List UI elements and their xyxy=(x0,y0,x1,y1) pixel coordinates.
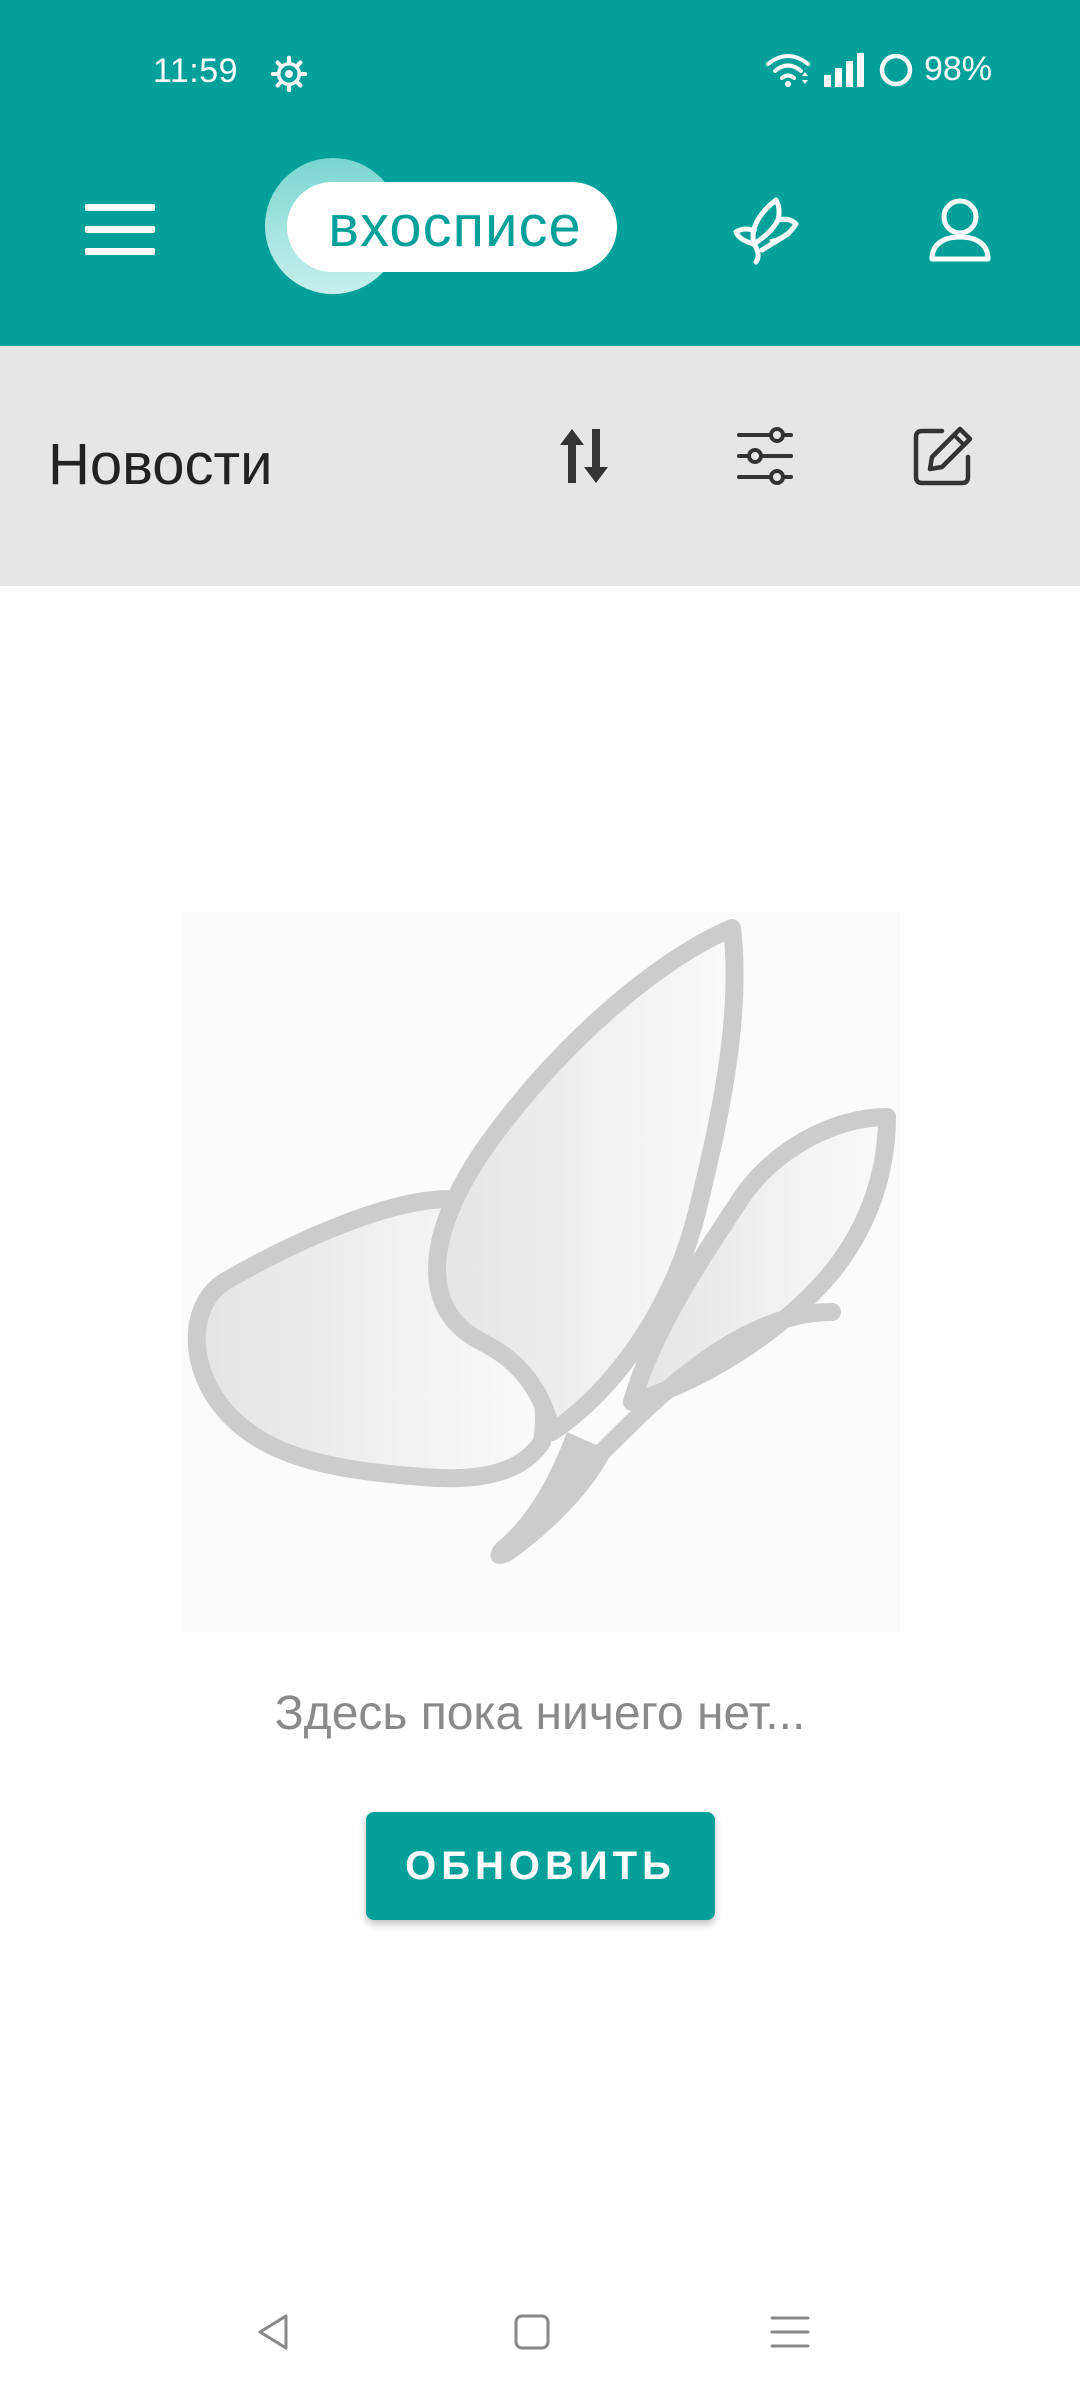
app-header: 11:59 98% вхосписе xyxy=(0,0,1080,346)
home-square-icon xyxy=(514,2314,550,2350)
butterfly-placeholder-icon xyxy=(182,912,900,1632)
edit-button[interactable] xyxy=(893,406,993,506)
app-logo[interactable]: вхосписе xyxy=(263,156,623,296)
sort-icon xyxy=(560,429,608,483)
battery-percent: 98% xyxy=(923,50,992,88)
signal-icon xyxy=(822,52,868,87)
status-time: 11:59 xyxy=(153,52,239,90)
filter-button[interactable] xyxy=(715,406,815,506)
sort-button[interactable] xyxy=(534,406,634,506)
status-indicators: 98% xyxy=(764,50,992,89)
recents-lines-icon xyxy=(770,2316,810,2348)
news-toolbar: Новости xyxy=(0,346,1080,586)
leaf-button[interactable] xyxy=(718,180,818,280)
menu-button[interactable] xyxy=(70,180,170,280)
page-title: Новости xyxy=(48,432,273,497)
edit-icon xyxy=(913,426,973,486)
back-triangle-icon xyxy=(258,2314,288,2350)
system-back-button[interactable] xyxy=(234,2292,314,2372)
refresh-button[interactable]: ОБНОВИТЬ xyxy=(366,1812,715,1920)
system-recents-button[interactable] xyxy=(750,2292,830,2372)
gear-icon xyxy=(270,55,308,93)
logo-text: вхосписе xyxy=(328,194,582,259)
profile-icon xyxy=(929,198,991,262)
hamburger-menu-icon xyxy=(85,204,155,255)
filter-sliders-icon xyxy=(737,427,793,485)
battery-ring-icon xyxy=(878,52,914,88)
wifi-icon xyxy=(764,52,812,88)
system-home-button[interactable] xyxy=(492,2292,572,2372)
leaf-icon xyxy=(733,197,799,265)
logo-pill: вхосписе xyxy=(287,182,617,272)
empty-state-message: Здесь пока ничего нет... xyxy=(274,1687,806,1740)
profile-button[interactable] xyxy=(910,180,1010,280)
